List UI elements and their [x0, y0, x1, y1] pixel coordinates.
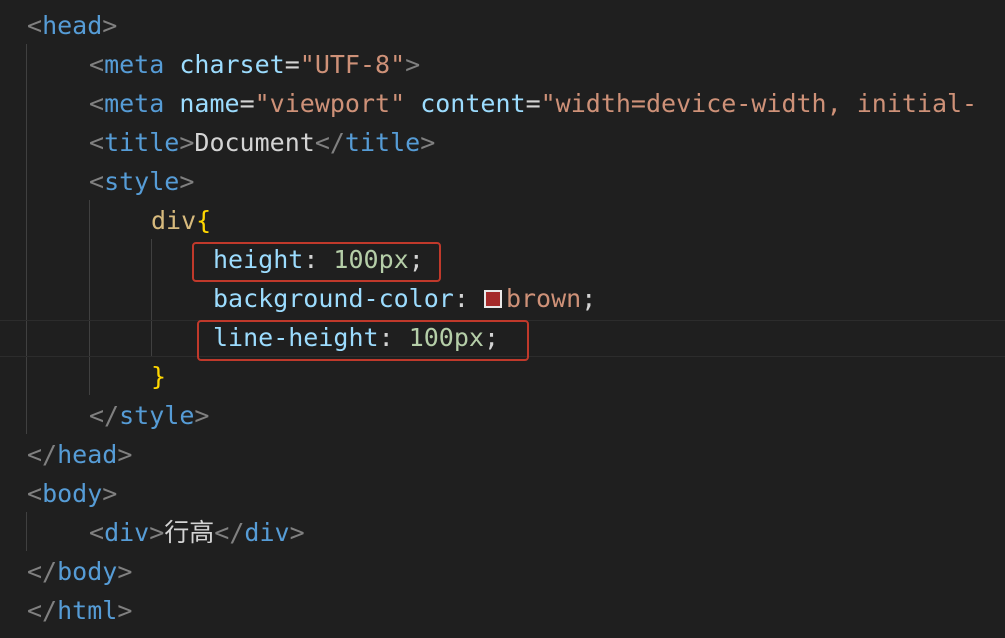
code-line-style-open: <style> [89, 167, 195, 196]
tag-div: div [104, 518, 150, 547]
attr-name-value: "viewport" [254, 89, 406, 118]
code-line-head-open: <head> [27, 11, 118, 40]
tag-style-close: style [119, 401, 195, 430]
attr-content: content [420, 89, 526, 118]
title-text: Document [194, 128, 315, 157]
tag-div-close: div [244, 518, 290, 547]
code-line-rule-close: } [151, 362, 167, 391]
css-value-height: 100px [333, 245, 409, 274]
code-line-selector: div{ [151, 206, 212, 235]
tag-title: title [104, 128, 180, 157]
div-text: 行高 [164, 518, 215, 547]
tag-meta: meta [104, 50, 165, 79]
code-line-meta-viewport: <meta name="viewport" content="width=dev… [89, 89, 978, 118]
tag-style: style [104, 167, 180, 196]
css-prop-height: height [213, 245, 304, 274]
attr-content-value: "width=device-width, initial- [540, 89, 978, 118]
css-selector: div [151, 206, 197, 235]
tag-head: head [42, 11, 103, 40]
css-prop-line-height: line-height [213, 323, 379, 352]
code-line-div: <div>行高</div> [89, 518, 305, 547]
indent-guide-head [26, 44, 27, 434]
tag-meta: meta [104, 89, 165, 118]
attr-charset: charset [179, 50, 285, 79]
code-line-style-close: </style> [89, 401, 210, 430]
color-swatch-icon[interactable] [483, 290, 502, 308]
tag-html-close: html [57, 596, 118, 625]
code-line-html-close: </html> [27, 596, 133, 625]
code-line-height: height: 100px; [213, 245, 424, 274]
code-line-line-height: line-height: 100px; [213, 323, 500, 352]
code-line-body-close: </body> [27, 557, 133, 586]
code-line-title: <title>Document</title> [89, 128, 436, 157]
attr-charset-value: "UTF-8" [299, 50, 406, 79]
tag-body: body [42, 479, 103, 508]
indent-guide-style [89, 200, 90, 395]
attr-name: name [179, 89, 240, 118]
tag-body-close: body [57, 557, 118, 586]
code-line-head-close: </head> [27, 440, 133, 469]
code-editor[interactable]: <head> <meta charset="UTF-8"> <meta name… [0, 0, 1005, 638]
indent-guide-body [26, 512, 27, 551]
css-value-line-height: 100px [408, 323, 484, 352]
css-prop-background-color: background-color [213, 284, 454, 313]
tag-title-close: title [344, 128, 421, 157]
code-line-meta-charset: <meta charset="UTF-8"> [89, 50, 421, 79]
code-line-body-open: <body> [27, 479, 118, 508]
css-value-background-color: brown [505, 284, 582, 313]
code-line-background: background-color: brown; [213, 284, 597, 313]
tag-head-close: head [57, 440, 118, 469]
